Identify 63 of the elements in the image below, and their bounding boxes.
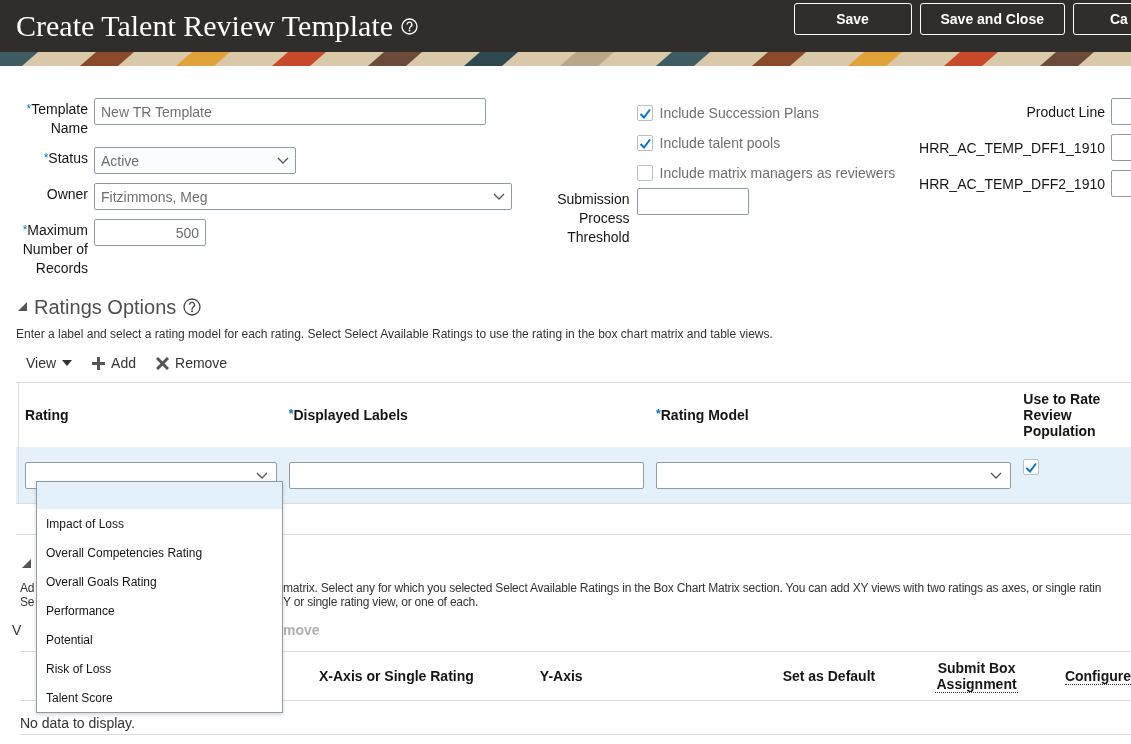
checkbox[interactable] xyxy=(636,135,653,151)
field-label: Submission Process Threshold xyxy=(556,190,630,247)
field-label: Owner xyxy=(45,185,88,204)
dropdown-option[interactable]: Risk of Loss xyxy=(37,654,282,683)
input-field[interactable] xyxy=(636,188,749,215)
input-field[interactable]: New TR Template xyxy=(94,98,486,125)
column-header: *Displayed Labels xyxy=(288,407,408,423)
chevron-down-icon xyxy=(493,193,505,200)
toolbar-button[interactable]: Save and Close xyxy=(919,3,1065,35)
toolbar-button[interactable]: Save xyxy=(793,3,912,35)
instruction-text: Enter a label and select a rating model for each rating. Select Select Available Ratings to use the rating in the box chart matrix and table views. xyxy=(15,327,774,341)
field-label: *Status xyxy=(42,149,88,168)
table-row[interactable] xyxy=(16,447,1131,504)
checkbox-label: Include talent pools xyxy=(659,135,781,151)
chevron-down-icon xyxy=(277,157,289,164)
dropdown-option[interactable]: Performance xyxy=(37,596,282,625)
column-header: X-Axis or Single Rating xyxy=(319,668,474,684)
column-header: Rating xyxy=(25,407,69,423)
toolbar-button[interactable]: Remove xyxy=(156,355,228,371)
field-label: *Template Name xyxy=(25,100,88,138)
collapse-triangle-icon[interactable] xyxy=(22,559,31,569)
collapse-triangle-icon[interactable] xyxy=(18,302,27,312)
caret-down-icon xyxy=(62,360,73,366)
instruction-text: Y or single rating view, or one of each. xyxy=(283,595,479,609)
field-label: HRR_AC_TEMP_DFF2_1910 xyxy=(919,175,1105,192)
field-label: *Maximum Number of Records xyxy=(21,221,88,278)
empty-message: No data to display. xyxy=(20,701,1131,735)
instruction-text: matrix. Select any for which you selected Select Available Ratings in the Box Chart Matrix section. You can add XY views with two ratings as axes, or single ratin xyxy=(283,581,1102,595)
dropdown-option[interactable]: Overall Goals Rating xyxy=(37,567,282,596)
dropdown-option[interactable]: Overall Competencies Rating xyxy=(37,538,282,567)
instruction-text: Se xyxy=(20,595,35,609)
checkbox-label: Include Succession Plans xyxy=(659,105,820,121)
page-title: Create Talent Review Template xyxy=(16,11,394,41)
column-header: Configure xyxy=(1064,667,1131,685)
input-field[interactable]: 500 xyxy=(94,219,206,246)
chevron-down-icon xyxy=(255,471,268,479)
checkbox-label: Include matrix managers as reviewers xyxy=(659,165,896,181)
column-header: Set as Default xyxy=(782,668,876,684)
column-header: *Rating Model xyxy=(656,407,749,423)
dropdown-option[interactable]: Potential xyxy=(37,625,282,654)
help-icon[interactable] xyxy=(183,298,202,316)
input-field[interactable]: Active xyxy=(94,147,296,174)
field-label: HRR_AC_TEMP_DFF1_1910 xyxy=(919,139,1105,156)
checkbox[interactable] xyxy=(1023,459,1040,475)
column-header: Use to Rate Review Population xyxy=(1023,391,1102,439)
x-icon xyxy=(156,356,169,370)
input-field[interactable]: Fitzimmons, Meg xyxy=(94,183,512,210)
field-label: Product Line xyxy=(1026,103,1105,120)
toolbar-button[interactable]: Add xyxy=(92,355,136,371)
column-header: Y-Axis xyxy=(539,668,583,684)
dropdown-option[interactable]: Impact of Loss xyxy=(37,509,282,538)
view-menu[interactable]: View xyxy=(26,355,73,371)
checkbox[interactable] xyxy=(636,165,653,181)
toolbar-button[interactable]: Ca xyxy=(1073,3,1131,35)
chevron-down-icon xyxy=(990,471,1003,479)
column-header: Submit Box Assignment xyxy=(935,659,1018,693)
plus-icon xyxy=(92,356,106,370)
section-title: Ratings Options xyxy=(34,295,177,319)
checkbox[interactable] xyxy=(636,105,653,121)
input-field[interactable] xyxy=(288,461,645,489)
instruction-text: Ad xyxy=(20,581,35,595)
toolbar-button[interactable]: V xyxy=(12,622,22,638)
input-field[interactable] xyxy=(656,461,1012,489)
